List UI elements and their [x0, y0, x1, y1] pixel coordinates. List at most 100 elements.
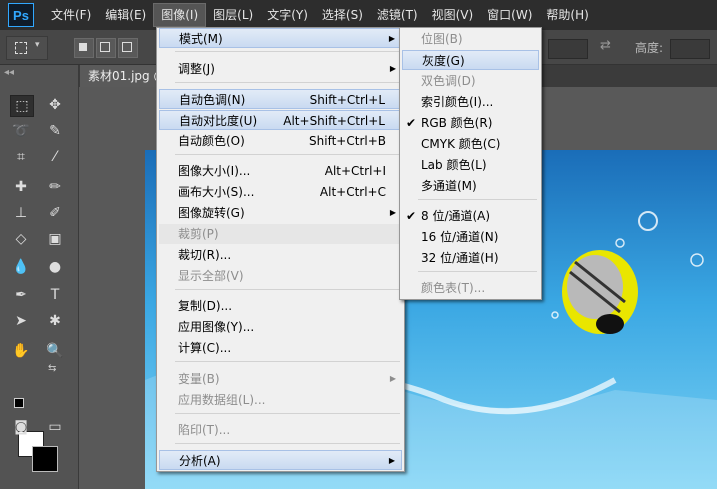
menu-filter[interactable]: 滤镜(T)	[370, 4, 425, 26]
checkmark-icon: ✔	[406, 209, 417, 223]
menu-separator	[175, 51, 400, 52]
menu-item-mode[interactable]: 模式(M) ▶	[159, 28, 402, 48]
move-tool-icon[interactable]: ✥	[44, 95, 66, 115]
menu-item-trim[interactable]: 裁切(R)...	[159, 245, 402, 265]
variables-label: 变量(B)	[178, 372, 220, 386]
menu-item-calculations[interactable]: 计算(C)...	[159, 338, 402, 358]
auto-contrast-shortcut: Alt+Shift+Ctrl+L	[283, 114, 385, 128]
clone-stamp-tool-icon[interactable]: ⊥	[10, 203, 32, 223]
submenu-item-cmyk-color[interactable]: CMYK 颜色(C)	[402, 134, 539, 154]
16-bit-label: 16 位/通道(N)	[421, 230, 499, 244]
collapse-panel-icon[interactable]: ◂◂	[4, 67, 14, 78]
menu-item-adjust[interactable]: 调整(J) ▶	[159, 59, 402, 79]
menu-image[interactable]: 图像(I)	[153, 3, 207, 27]
menu-item-duplicate[interactable]: 复制(D)...	[159, 296, 402, 316]
width-field[interactable]	[548, 39, 588, 59]
dodge-tool-icon[interactable]: ●	[44, 257, 66, 277]
quick-select-tool-icon[interactable]: ✎	[44, 121, 66, 141]
submenu-arrow-icon: ▶	[389, 374, 396, 383]
calculations-label: 计算(C)...	[178, 341, 232, 355]
menu-item-auto-tone[interactable]: 自动色调(N) Shift+Ctrl+L	[159, 89, 402, 109]
reveal-all-label: 显示全部(V)	[178, 269, 244, 283]
default-colors-icon[interactable]	[14, 398, 24, 408]
quick-mask-icon[interactable]: ◙	[10, 417, 32, 437]
cmyk-color-label: CMYK 颜色(C)	[421, 137, 501, 151]
menu-item-apply-image[interactable]: 应用图像(Y)...	[159, 317, 402, 337]
menu-edit[interactable]: 编辑(E)	[98, 4, 153, 26]
menu-view[interactable]: 视图(V)	[425, 4, 481, 26]
pen-tool-icon[interactable]: ✒	[10, 285, 32, 305]
menu-separator	[418, 271, 537, 272]
menu-separator	[175, 413, 400, 414]
eyedropper-tool-icon[interactable]: ⁄	[44, 147, 66, 167]
height-field[interactable]	[670, 39, 710, 59]
rect-marquee-tool-icon[interactable]: ⬚	[10, 95, 34, 117]
submenu-item-rgb-color[interactable]: ✔ RGB 颜色(R)	[402, 113, 539, 133]
new-selection-button[interactable]	[74, 38, 94, 58]
healing-brush-tool-icon[interactable]: ✚	[10, 177, 32, 197]
subtract-selection-icon	[122, 42, 132, 52]
image-size-shortcut: Alt+Ctrl+I	[324, 164, 386, 178]
swap-colors-icon[interactable]: ⇆	[48, 363, 56, 374]
menu-item-auto-contrast[interactable]: 自动对比度(U) Alt+Shift+Ctrl+L	[159, 110, 402, 130]
menu-layer[interactable]: 图层(L)	[206, 4, 260, 26]
history-brush-tool-icon[interactable]: ✐	[44, 203, 66, 223]
analysis-label: 分析(A)	[179, 454, 221, 468]
menu-help[interactable]: 帮助(H)	[539, 4, 595, 26]
submenu-arrow-icon: ▶	[388, 456, 395, 465]
submenu-item-32-bit[interactable]: 32 位/通道(H)	[402, 248, 539, 268]
gradient-tool-icon[interactable]: ▣	[44, 229, 66, 249]
eraser-tool-icon[interactable]: ◇	[10, 229, 32, 249]
submenu-item-indexed-color[interactable]: 索引颜色(I)...	[402, 92, 539, 112]
new-selection-icon	[79, 43, 87, 51]
tool-preset-picker[interactable]: ▾	[6, 36, 48, 60]
menu-item-reveal-all: 显示全部(V)	[159, 266, 402, 286]
duotone-label: 双色调(D)	[421, 74, 476, 88]
submenu-item-grayscale[interactable]: 灰度(G)	[402, 50, 539, 70]
image-size-label: 图像大小(I)...	[178, 164, 251, 178]
adjust-label: 调整(J)	[178, 62, 215, 76]
apply-dataset-label: 应用数据组(L)...	[178, 393, 266, 407]
menu-item-auto-color[interactable]: 自动颜色(O) Shift+Ctrl+B	[159, 131, 402, 151]
rgb-color-label: RGB 颜色(R)	[421, 116, 493, 130]
submenu-item-16-bit[interactable]: 16 位/通道(N)	[402, 227, 539, 247]
type-tool-icon[interactable]: T	[44, 285, 66, 305]
photoshop-logo: Ps	[8, 3, 34, 27]
swap-dimensions-icon[interactable]: ⇄	[600, 38, 611, 53]
menu-separator	[175, 82, 400, 83]
auto-tone-shortcut: Shift+Ctrl+L	[309, 93, 385, 107]
32-bit-label: 32 位/通道(H)	[421, 251, 499, 265]
zoom-tool-icon[interactable]: 🔍	[44, 341, 66, 361]
submenu-arrow-icon: ▶	[388, 34, 395, 43]
menu-item-canvas-size[interactable]: 画布大小(S)... Alt+Ctrl+C	[159, 182, 402, 202]
subtract-selection-button[interactable]	[118, 38, 138, 58]
submenu-item-8-bit[interactable]: ✔ 8 位/通道(A)	[402, 206, 539, 226]
screen-mode-icon[interactable]: ▭	[44, 417, 66, 437]
add-selection-button[interactable]	[96, 38, 116, 58]
menu-item-image-rotation[interactable]: 图像旋转(G) ▶	[159, 203, 402, 223]
crop-tool-icon[interactable]: ⌗	[10, 147, 32, 167]
path-selection-tool-icon[interactable]: ➤	[10, 311, 32, 331]
rect-marquee-icon	[15, 42, 27, 54]
submenu-item-lab-color[interactable]: Lab 颜色(L)	[402, 155, 539, 175]
menu-select[interactable]: 选择(S)	[315, 4, 370, 26]
background-color-swatch[interactable]	[32, 446, 58, 472]
submenu-item-multichannel[interactable]: 多通道(M)	[402, 176, 539, 196]
menu-window[interactable]: 窗口(W)	[480, 4, 539, 26]
brush-tool-icon[interactable]: ✏	[44, 177, 66, 197]
trap-label: 陷印(T)...	[178, 423, 231, 437]
lasso-tool-icon[interactable]: ➰	[10, 121, 32, 141]
auto-tone-label: 自动色调(N)	[179, 93, 246, 107]
menu-item-image-size[interactable]: 图像大小(I)... Alt+Ctrl+I	[159, 161, 402, 181]
custom-shape-tool-icon[interactable]: ✱	[44, 311, 66, 331]
blur-tool-icon[interactable]: 💧	[10, 257, 32, 277]
menu-type[interactable]: 文字(Y)	[260, 4, 315, 26]
multichannel-label: 多通道(M)	[421, 179, 477, 193]
menu-item-analysis[interactable]: 分析(A) ▶	[159, 450, 402, 470]
menu-file[interactable]: 文件(F)	[44, 4, 98, 26]
dropdown-arrow-icon: ▾	[35, 40, 40, 50]
document-tab[interactable]: 素材01.jpg @	[80, 65, 164, 87]
auto-contrast-label: 自动对比度(U)	[179, 114, 258, 128]
menu-item-apply-dataset: 应用数据组(L)...	[159, 390, 402, 410]
hand-tool-icon[interactable]: ✋	[10, 341, 32, 361]
